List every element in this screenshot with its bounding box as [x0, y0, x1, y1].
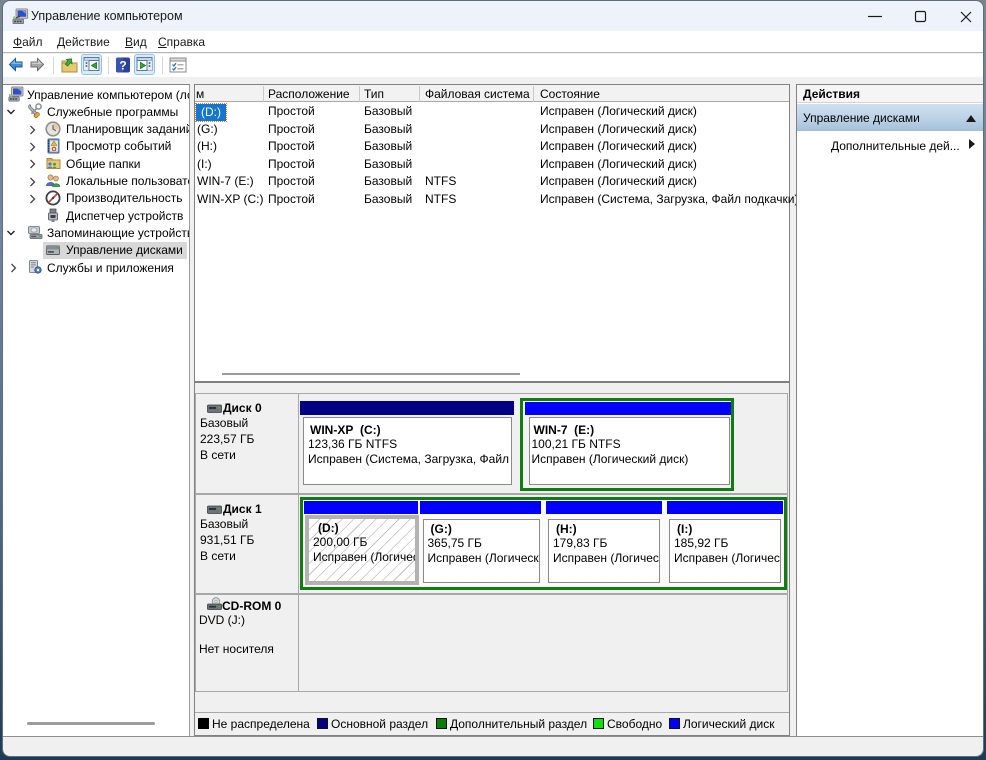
- svg-text:?: ?: [119, 59, 126, 73]
